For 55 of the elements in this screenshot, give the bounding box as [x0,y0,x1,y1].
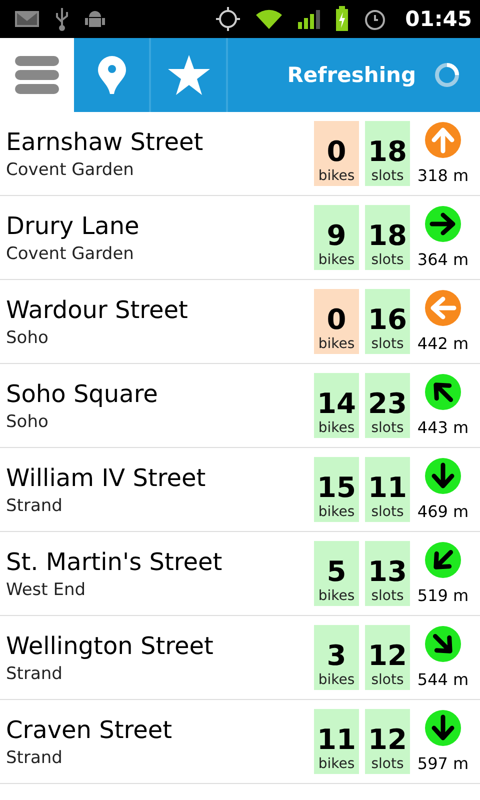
slots-count: 23 slots [365,373,410,438]
station-area: West End [6,580,308,600]
slots-count: 12 slots [365,625,410,690]
menu-icon [15,55,59,95]
alarm-icon [363,7,388,31]
slots-count: 12 slots [365,709,410,774]
battery-charging-icon [335,6,350,32]
station-name: Wellington Street [6,632,214,660]
slots-count: 18 slots [365,205,410,270]
distance: 443 m [417,418,469,437]
station-name: William IV Street [6,464,207,492]
bikes-count: 5 bikes [314,541,359,606]
station-area: Soho [6,328,308,348]
station-name: Earnshaw Street [6,128,204,156]
signal-icon [297,8,322,30]
station-name: Soho Square [6,380,159,408]
distance: 442 m [417,334,469,353]
bikes-count: 3 bikes [314,625,359,690]
bikes-count: 11 bikes [314,709,359,774]
slots-count: 13 slots [365,541,410,606]
station-area: Soho [6,412,308,432]
station-area: Covent Garden [6,160,308,180]
slots-count: 16 slots [365,289,410,354]
gps-icon [215,6,242,32]
slots-count: 11 slots [365,457,410,522]
distance: 519 m [417,586,469,605]
station-area: Covent Garden [6,244,308,264]
usb-icon [54,6,70,32]
mail-icon [14,10,40,28]
distance: 364 m [417,250,469,269]
bikes-count: 0 bikes [314,289,359,354]
slots-count: 18 slots [365,121,410,186]
distance: 318 m [417,166,469,185]
bikes-count: 0 bikes [314,121,359,186]
spinner-icon [434,62,460,88]
distance: 544 m [417,670,469,689]
bikes-count: 14 bikes [314,373,359,438]
station-area: Strand [6,664,308,684]
bikes-count: 9 bikes [314,205,359,270]
station-name: Wardour Street [6,296,189,324]
robot-icon [84,8,106,30]
station-area: Strand [6,748,308,768]
clock-time: 01:45 [405,7,472,31]
station-area: Strand [6,496,308,516]
distance: 597 m [417,754,469,773]
station-name: Craven Street [6,716,174,744]
map-pin-icon [96,55,126,95]
wifi-icon [255,8,284,30]
bikes-count: 15 bikes [314,457,359,522]
station-name: Drury Lane [6,212,140,240]
distance: 469 m [417,502,469,521]
star-icon [166,54,210,96]
station-name: St. Martin's Street [6,548,224,576]
refresh-status: Refreshing [287,63,416,87]
menu-button[interactable] [0,38,74,112]
